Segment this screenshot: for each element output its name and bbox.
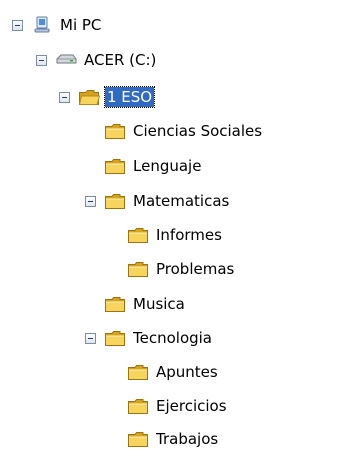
tree-item-drive[interactable]: ACER (C:) [36,49,158,71]
collapse-toggle[interactable] [85,332,96,344]
folder-icon [104,295,126,313]
tree-item-label: Problemas [156,260,235,278]
tree-item-tecnologia[interactable]: Tecnologia [85,327,214,349]
folder-icon [104,122,126,140]
computer-icon [34,16,50,33]
collapse-toggle[interactable] [85,195,96,207]
tree-item-problemas[interactable]: Problemas [127,258,236,280]
tree-item-label: Ejercicios [156,397,227,415]
folder-icon [104,157,126,175]
tree-item-matematicas[interactable]: Matematicas [85,190,231,212]
tree-item-label: Musica [133,295,185,313]
collapse-toggle[interactable] [12,19,23,31]
tree-item-musica[interactable]: Musica [104,293,187,315]
tree-item-ejercicios[interactable]: Ejercicios [127,395,229,417]
drive-icon [56,54,77,64]
tree-item-apuntes[interactable]: Apuntes [127,361,220,383]
folder-icon [127,397,149,415]
tree-item-label: Apuntes [156,363,218,381]
tree-item-label: 1 ESO [103,86,156,108]
tree-item-mi-pc[interactable]: Mi PC [12,14,103,36]
collapse-toggle[interactable] [59,91,70,103]
tree-item-label: Trabajos [156,430,219,448]
tree-item-1-eso[interactable]: 1 ESO [59,86,156,108]
folder-icon [127,430,149,448]
folder-icon [127,260,149,278]
tree-item-label: Informes [156,226,222,244]
tree-item-label: ACER (C:) [84,51,157,69]
folder-icon [127,363,149,381]
tree-item-informes[interactable]: Informes [127,224,224,246]
tree-item-label: Mi PC [60,16,102,34]
folder-icon [104,329,126,347]
tree-item-label: Lenguaje [133,157,202,175]
folder-open-icon [78,88,100,106]
collapse-toggle[interactable] [36,54,47,66]
folder-icon [127,226,149,244]
tree-item-trabajos[interactable]: Trabajos [127,428,220,450]
tree-item-label: Tecnologia [133,329,212,347]
tree-item-lenguaje[interactable]: Lenguaje [104,155,203,177]
tree-item-ciencias-sociales[interactable]: Ciencias Sociales [104,120,264,142]
tree-item-label: Ciencias Sociales [133,122,263,140]
folder-tree: Mi PC ACER (C:) 1 ESO Ciencias Sociales … [0,0,363,448]
folder-icon [104,192,126,210]
tree-item-label: Matematicas [133,192,230,210]
